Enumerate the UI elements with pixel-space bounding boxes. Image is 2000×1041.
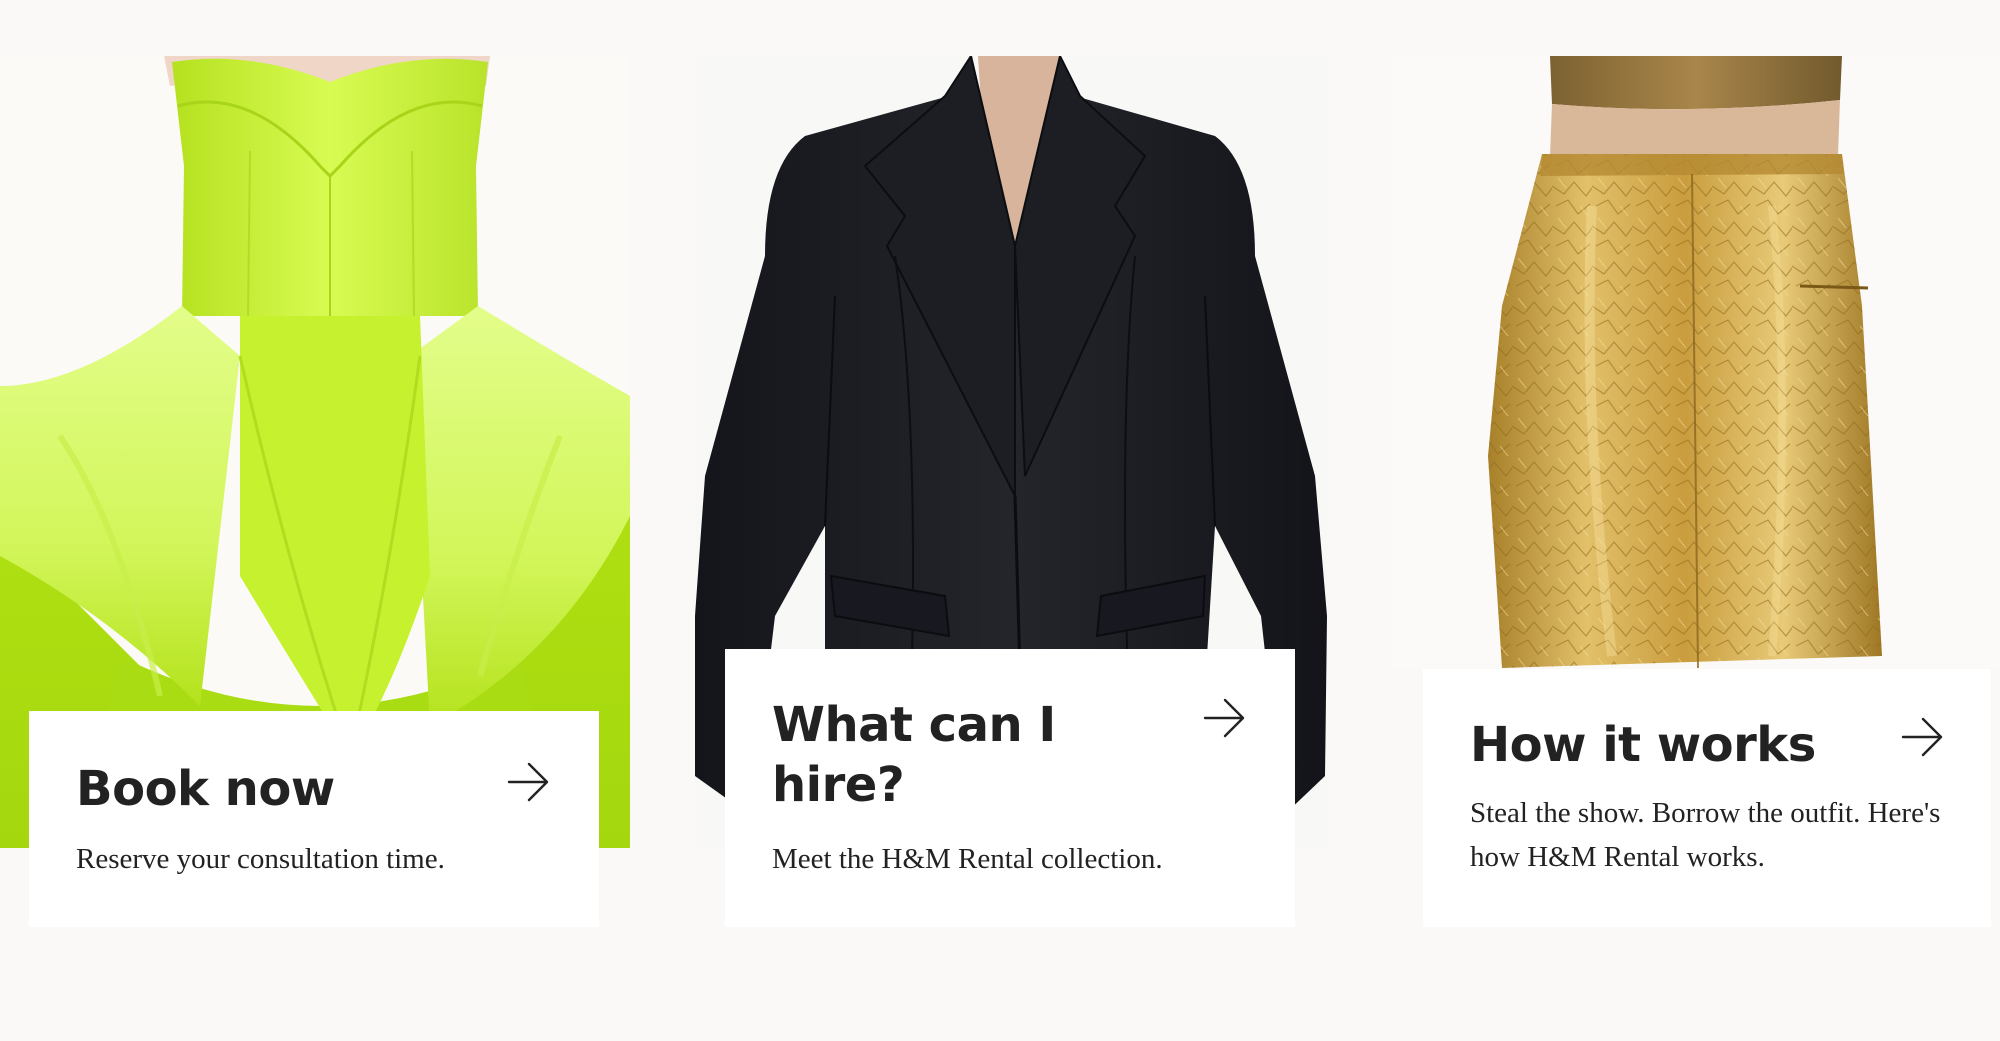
card-book-now[interactable]: Book now Reserve your consultation time. [0,0,668,1041]
book-now-description: Reserve your consultation time. [76,843,445,875]
how-it-works-panel[interactable]: How it works Steal the show. Borrow the … [1423,669,1991,927]
how-it-works-description: Steal the show. Borrow the outfit. Here'… [1470,797,1941,873]
what-can-i-hire-title[interactable]: What can I hire? [772,695,1152,815]
card-how-it-works[interactable]: How it works Steal the show. Borrow the … [1392,0,2000,1041]
gold-skirt-image [1392,56,2000,668]
arrow-right-icon[interactable] [507,760,551,804]
what-can-i-hire-panel[interactable]: What can I hire? Meet the H&M Rental col… [725,649,1295,927]
arrow-right-icon[interactable] [1203,696,1247,740]
book-now-title[interactable]: Book now [76,759,496,819]
how-it-works-title[interactable]: How it works [1470,715,1890,775]
what-can-i-hire-description: Meet the H&M Rental collection. [772,843,1163,875]
arrow-right-icon[interactable] [1901,715,1945,759]
book-now-panel[interactable]: Book now Reserve your consultation time. [29,711,599,927]
card-what-can-i-hire[interactable]: What can I hire? Meet the H&M Rental col… [695,0,1327,1041]
